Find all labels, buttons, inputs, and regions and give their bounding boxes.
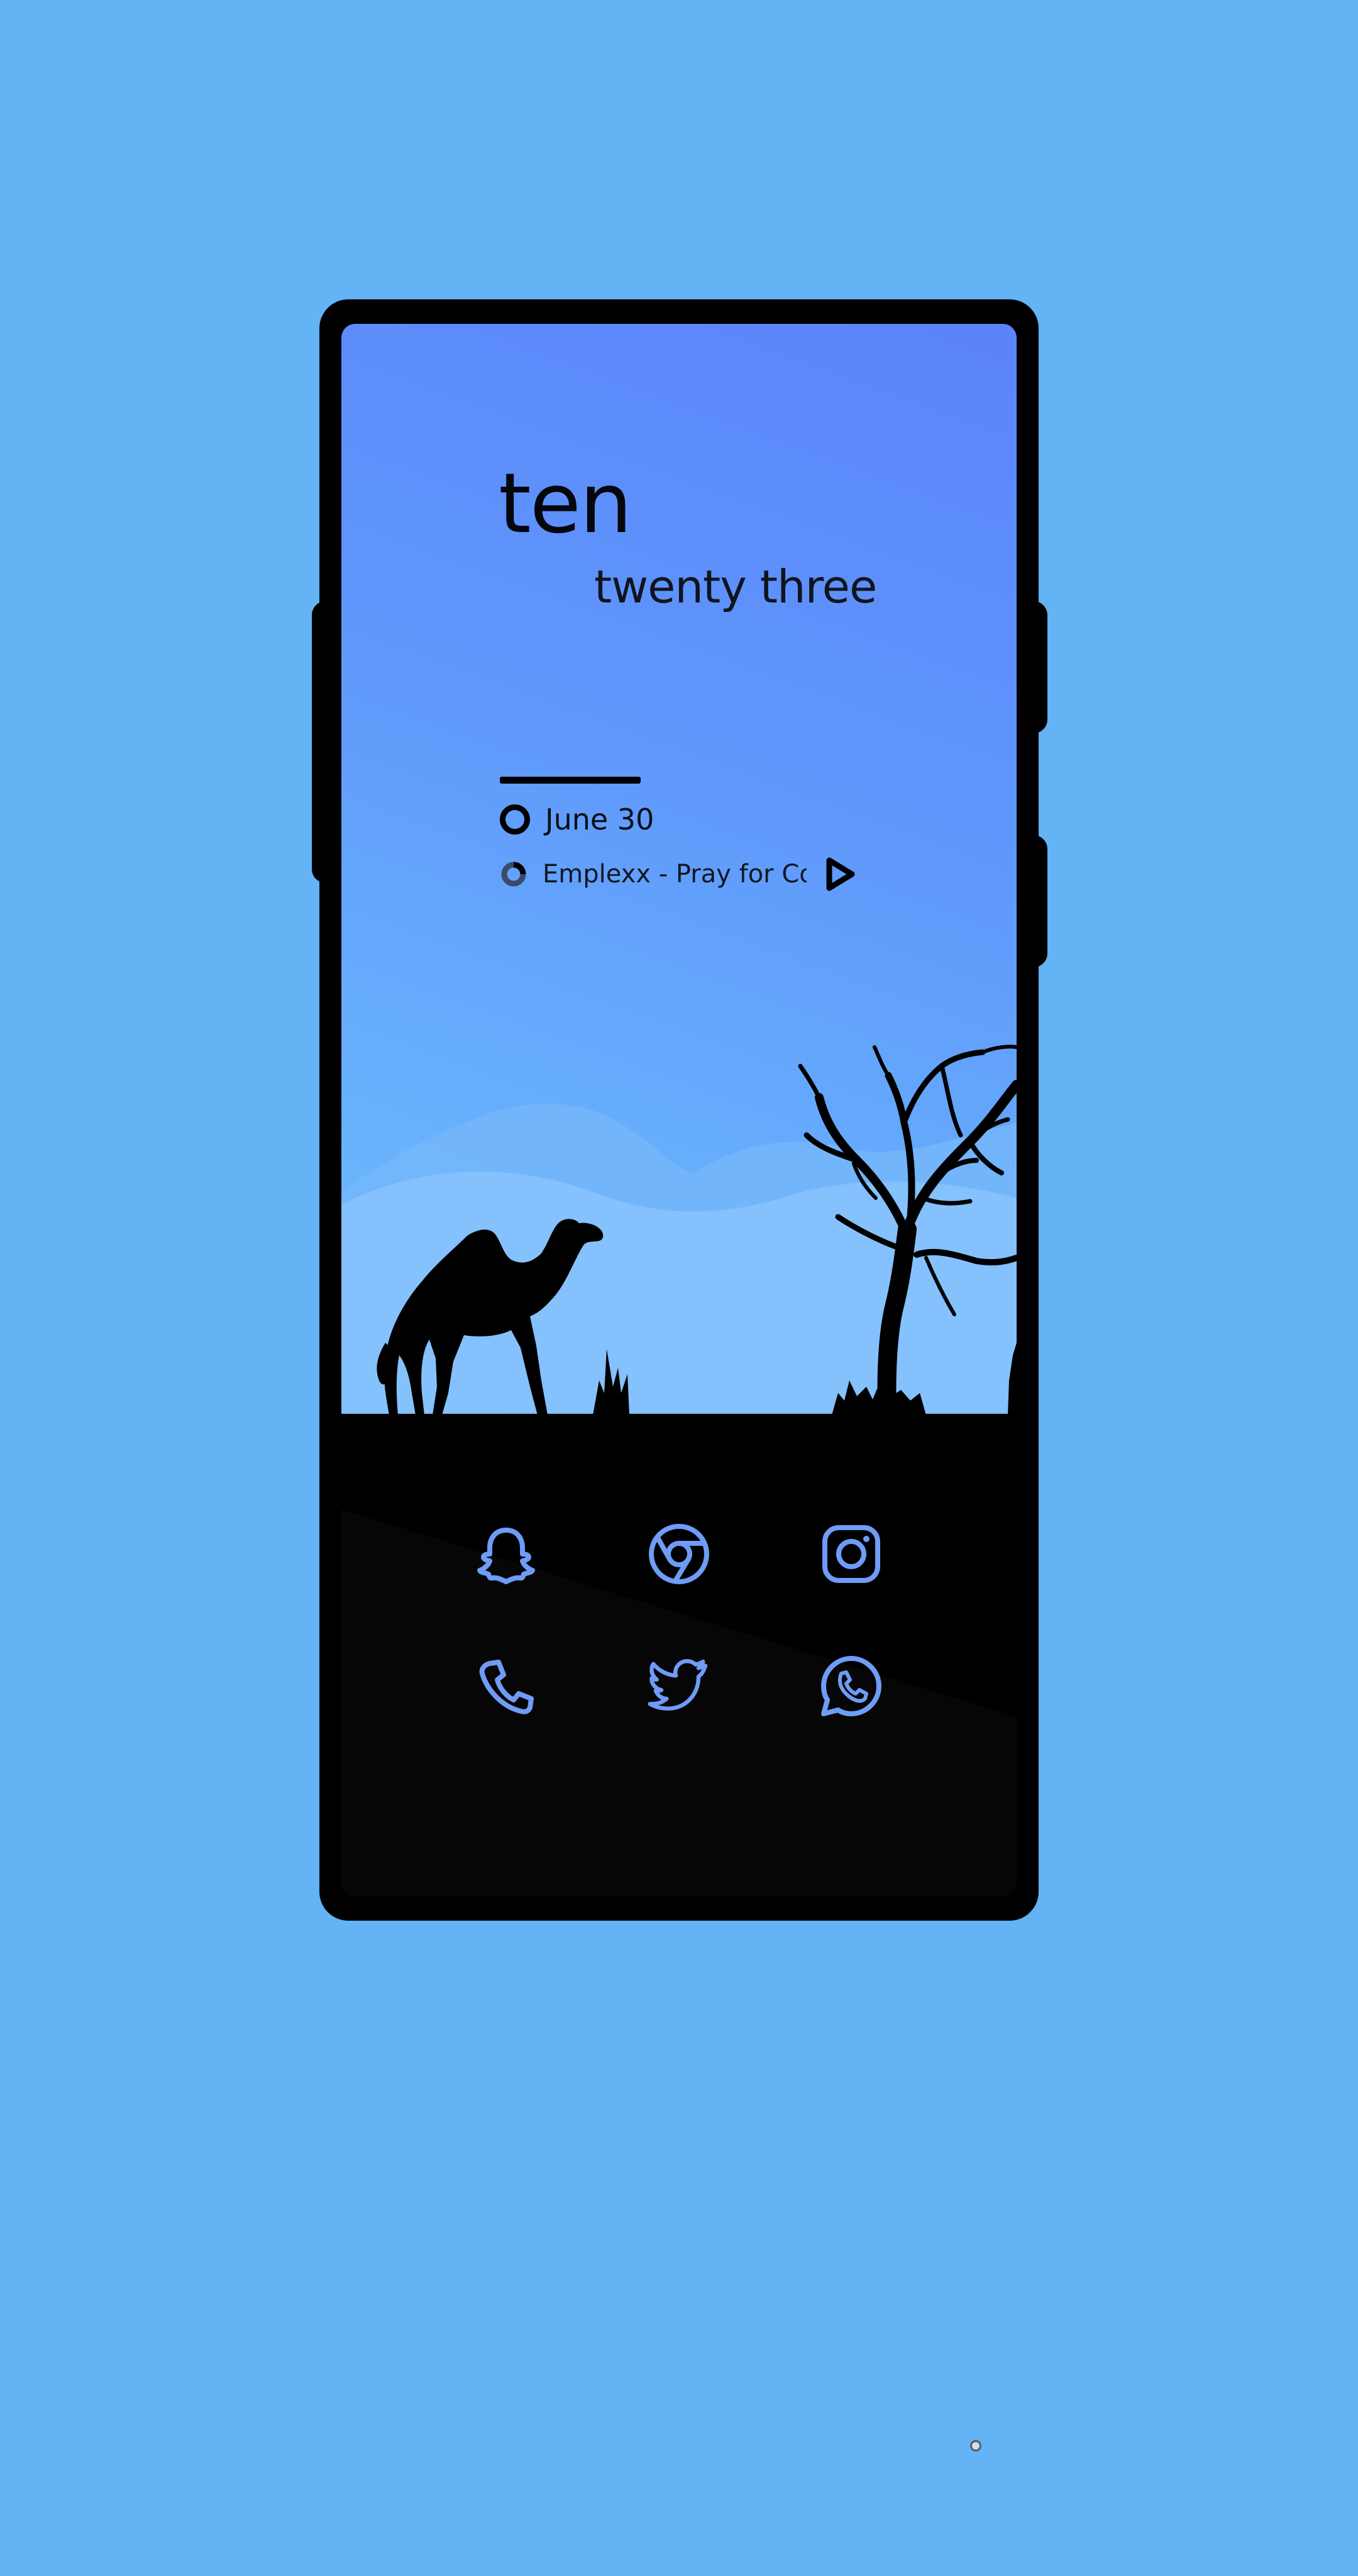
- phone-screen: ten twenty three June 30 Emplexx - Pray …: [341, 324, 1017, 1896]
- date-text: June 30: [545, 802, 654, 836]
- instagram-icon[interactable]: [816, 1519, 886, 1589]
- phone-icon[interactable]: [471, 1651, 541, 1721]
- cursor-indicator: [970, 2440, 981, 2451]
- twitter-icon[interactable]: [644, 1651, 714, 1721]
- clock-minute: twenty three: [594, 560, 877, 613]
- chrome-icon[interactable]: [644, 1519, 714, 1589]
- ring-icon: [500, 804, 530, 835]
- widget-divider: [500, 777, 641, 784]
- clock-widget[interactable]: ten twenty three June 30 Emplexx - Pray …: [499, 455, 888, 891]
- snapchat-icon[interactable]: [471, 1519, 541, 1589]
- play-icon[interactable]: [824, 857, 857, 892]
- clock-hour: ten: [499, 455, 632, 552]
- progress-ring-icon: [501, 862, 526, 887]
- date-row[interactable]: June 30: [500, 801, 654, 838]
- track-title: Emplexx - Pray for Co...: [543, 860, 807, 889]
- whatsapp-icon[interactable]: [816, 1651, 886, 1721]
- music-row[interactable]: Emplexx - Pray for Co...: [500, 852, 871, 896]
